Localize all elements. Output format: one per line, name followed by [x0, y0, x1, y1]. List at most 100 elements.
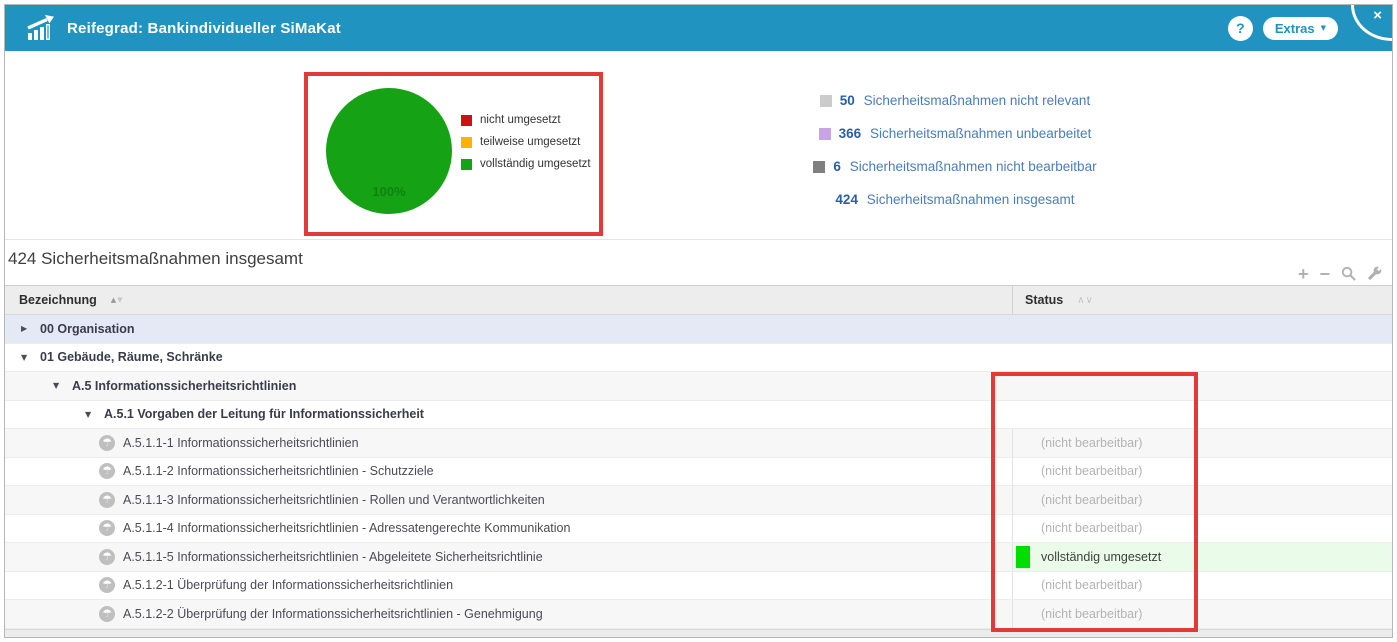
tree-collapse-icon[interactable]: ▼	[21, 353, 31, 362]
legend-label: vollständig umgesetzt	[480, 158, 591, 170]
search-icon[interactable]	[1341, 266, 1356, 281]
status-cell[interactable]: (nicht bearbeitbar)	[1012, 600, 1392, 628]
status-cell[interactable]: vollständig umgesetzt	[1012, 543, 1392, 571]
status-color-bar	[1016, 545, 1030, 568]
legend-item: teilweise umgesetzt	[461, 131, 591, 153]
measure-row[interactable]: ☂ A.5.1.1-1 Informationssicherheitsrichtl…	[5, 429, 1392, 458]
group-label: A.5.1 Vorgaben der Leitung für Informati…	[104, 407, 424, 422]
app-window: Reifegrad: Bankindividueller SiMaKat ? E…	[0, 0, 1397, 642]
status-cell[interactable]: (nicht bearbeitbar)	[1012, 571, 1392, 599]
measure-label: A.5.1.2-1 Überprüfung der Informationssi…	[123, 578, 454, 593]
umbrella-icon: ☂	[99, 434, 115, 451]
measure-row[interactable]: ☂ A.5.1.1-4 Informationssicherheitsrichtl…	[5, 514, 1392, 543]
bezeichnung-cell: ☂ A.5.1.1-5 Informationssicherheitsrichtl…	[5, 543, 1012, 571]
sort-triangles-icon[interactable]: ▲ ▼	[111, 296, 123, 304]
measures-table: Bezeichnung ▲ ▼ Status ∧ ∨ ▶ 00 Organisatio…	[5, 285, 1392, 629]
legend-label: teilweise umgesetzt	[480, 136, 581, 148]
bezeichnung-cell: ☂ A.5.1.1-4 Informationssicherheitsrichtl…	[5, 515, 1012, 543]
tree-group-row[interactable]: ▼ A.5 Informationssicherheitsrichtlinien	[5, 372, 1392, 401]
measure-row[interactable]: ☂ A.5.1.1-5 Informationssicherheitsrichtl…	[5, 543, 1392, 572]
status-label: (nicht bearbeitbar)	[1041, 578, 1143, 593]
help-button[interactable]: ?	[1227, 15, 1253, 41]
status-swatch	[819, 94, 832, 107]
measure-label: A.5.1.1-4 Informationssicherheitsrichtli…	[123, 521, 571, 536]
group-label: 01 Gebäude, Räume, Schränke	[40, 350, 223, 365]
bezeichnung-cell: ▼ A.5 Informationssicherheitsrichtlinien	[5, 372, 1392, 400]
summary-label: Sicherheitsmaßnahmen nicht bearbeitbar	[845, 159, 1097, 174]
status-cell[interactable]: (nicht bearbeitbar)	[1012, 429, 1392, 457]
bezeichnung-cell: ▼ A.5.1 Vorgaben der Leitung für Informat…	[5, 401, 1392, 429]
measure-label: A.5.1.1-5 Informationssicherheitsrichtli…	[123, 549, 543, 564]
status-swatch	[818, 127, 831, 140]
status-cell[interactable]: (nicht bearbeitbar)	[1012, 514, 1392, 542]
legend-item: nicht umgesetzt	[461, 109, 591, 131]
status-cell[interactable]: (nicht bearbeitbar)	[1012, 486, 1392, 514]
footer-strip	[5, 628, 1392, 637]
pie-data-label: 100%	[372, 184, 406, 199]
umbrella-icon: ☂	[99, 520, 115, 537]
bezeichnung-cell: ☂ A.5.1.1-3 Informationssicherheitsrichtl…	[5, 486, 1012, 514]
summary-link[interactable]: 6 Sicherheitsmaßnahmen nicht bearbeitbar	[740, 150, 1170, 183]
bezeichnung-cell: ☂ A.5.1.2-1 Überprüfung der Informationss…	[5, 572, 1012, 600]
pie-chart: 100%	[326, 88, 452, 214]
tree-group-row[interactable]: ▼ 01 Gebäude, Räume, Schränke	[5, 343, 1392, 372]
sort-chevrons-icon[interactable]: ∧ ∨	[1077, 295, 1093, 306]
table-body: ▶ 00 Organisation ▼ 01 Gebäude, Räume, Schr…	[5, 315, 1392, 629]
measure-row[interactable]: ☂ A.5.1.2-2 Überprüfung der Informationss…	[5, 600, 1392, 629]
summary-count: 366	[838, 126, 862, 141]
status-label: (nicht bearbeitbar)	[1041, 606, 1143, 621]
bezeichnung-cell: ▶ 00 Organisation	[5, 315, 1392, 343]
summary-link[interactable]: 366 Sicherheitsmaßnahmen unbearbeitet	[740, 117, 1170, 150]
close-icon: ×	[1373, 7, 1382, 24]
legend-swatch	[461, 136, 472, 148]
status-cell[interactable]: (nicht bearbeitbar)	[1012, 457, 1392, 485]
table-toolbar: + −	[1298, 265, 1382, 283]
summary-count: 6	[833, 159, 841, 174]
bezeichnung-cell: ▼ 01 Gebäude, Räume, Schränke	[5, 344, 1392, 372]
group-label: 00 Organisation	[40, 321, 135, 336]
bezeichnung-cell: ☂ A.5.1.1-1 Informationssicherheitsrichtl…	[5, 429, 1012, 457]
tree-collapse-icon[interactable]: ▼	[53, 381, 63, 390]
legend-swatch	[461, 114, 472, 126]
column-header-bezeichnung[interactable]: Bezeichnung ▲ ▼	[5, 286, 1012, 314]
column-header-status[interactable]: Status ∧ ∨	[1012, 286, 1392, 314]
titlebar: Reifegrad: Bankindividueller SiMaKat ? E…	[5, 5, 1392, 51]
measure-label: A.5.1.2-2 Überprüfung der Informationssi…	[123, 606, 543, 621]
summary-link[interactable]: 50 Sicherheitsmaßnahmen nicht relevant	[740, 84, 1170, 117]
summary-link[interactable]: 424 Sicherheitsmaßnahmen insgesamt	[740, 183, 1170, 216]
summary-panel: 100% nicht umgesetzt teilweise umgesetzt v…	[5, 51, 1392, 240]
tree-collapse-icon[interactable]: ▼	[85, 410, 95, 419]
measure-label: A.5.1.1-1 Informationssicherheitsrichtli…	[123, 435, 359, 450]
bezeichnung-cell: ☂ A.5.1.1-2 Informationssicherheitsrichtl…	[5, 458, 1012, 486]
umbrella-icon: ☂	[99, 605, 115, 622]
wrench-icon[interactable]	[1367, 266, 1382, 281]
measure-label: A.5.1.1-2 Informationssicherheitsrichtli…	[123, 464, 434, 479]
summary-count: 50	[839, 93, 855, 108]
bar-chart-trend-icon	[25, 15, 55, 41]
bezeichnung-cell: ☂ A.5.1.2-2 Überprüfung der Informationss…	[5, 600, 1012, 628]
measure-row[interactable]: ☂ A.5.1.1-3 Informationssicherheitsrichtl…	[5, 486, 1392, 515]
window-frame: Reifegrad: Bankindividueller SiMaKat ? E…	[4, 4, 1393, 638]
minus-icon[interactable]: −	[1319, 265, 1330, 283]
measure-row[interactable]: ☂ A.5.1.2-1 Überprüfung der Informationss…	[5, 571, 1392, 600]
column-label: Bezeichnung	[19, 293, 97, 307]
status-label: vollständig umgesetzt	[1041, 549, 1162, 564]
measure-row[interactable]: ☂ A.5.1.1-2 Informationssicherheitsrichtl…	[5, 457, 1392, 486]
section-title: 424 Sicherheitsmaßnahmen insgesamt	[8, 249, 303, 268]
status-label: (nicht bearbeitbar)	[1041, 435, 1143, 450]
summary-label: Sicherheitsmaßnahmen nicht relevant	[859, 93, 1091, 108]
tree-expand-icon[interactable]: ▶	[21, 324, 31, 333]
chevron-down-icon: ▼	[1320, 24, 1326, 32]
umbrella-icon: ☂	[99, 548, 115, 565]
legend-label: nicht umgesetzt	[480, 114, 561, 126]
section-header: 424 Sicherheitsmaßnahmen insgesamt + −	[5, 240, 1392, 285]
plus-icon[interactable]: +	[1298, 265, 1309, 283]
tree-group-row[interactable]: ▶ 00 Organisation	[5, 315, 1392, 344]
status-label: (nicht bearbeitbar)	[1041, 464, 1143, 479]
question-mark-icon: ?	[1236, 20, 1245, 36]
summary-links: 50 Sicherheitsmaßnahmen nicht relevant 36…	[740, 84, 1170, 216]
extras-button[interactable]: Extras ▼	[1262, 16, 1338, 40]
tree-group-row[interactable]: ▼ A.5.1 Vorgaben der Leitung für Informat…	[5, 400, 1392, 429]
status-swatch	[813, 160, 826, 173]
close-button[interactable]: ×	[1351, 5, 1392, 41]
